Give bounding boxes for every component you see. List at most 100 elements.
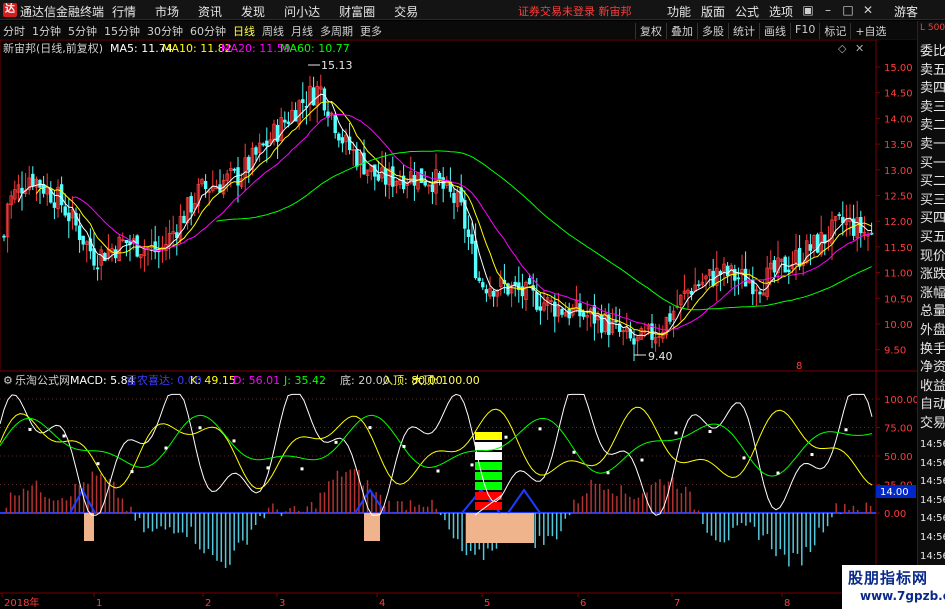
indicator-name-label[interactable]: 乐淘公式网: [15, 374, 70, 387]
side-panel-item[interactable]: 涨幅: [920, 285, 945, 303]
side-panel-time: 14:56: [920, 532, 945, 543]
login-notice[interactable]: 证券交易未登录 新宙邦: [518, 3, 632, 19]
period-tab-15min[interactable]: 15分钟: [104, 23, 140, 39]
maximize-icon[interactable]: □: [840, 2, 856, 18]
menu-item-options[interactable]: 选项: [769, 3, 793, 20]
period-tab-monthly[interactable]: 月线: [291, 23, 313, 39]
d-line: [0, 414, 873, 477]
tool-overlay[interactable]: 叠加: [666, 23, 697, 39]
side-panel-item[interactable]: 总量: [920, 303, 945, 321]
tool-draw[interactable]: 画线: [759, 23, 790, 39]
menu-item-discover[interactable]: 发现: [241, 3, 265, 20]
menu-item-news[interactable]: 资讯: [198, 3, 222, 20]
side-panel-item[interactable]: 卖三: [920, 99, 945, 117]
candle-body: [81, 235, 85, 245]
macd-histogram: [1, 469, 872, 568]
side-panel-item[interactable]: 收益: [920, 378, 945, 396]
menu-item-ask[interactable]: 问小达: [284, 3, 320, 20]
candle-body: [355, 149, 359, 167]
side-panel-item[interactable]: 交易: [920, 415, 945, 433]
event-marker[interactable]: 8: [796, 361, 802, 372]
candle-body: [477, 277, 481, 281]
kline-chart[interactable]: 新宙邦(日线,前复权) MA5: 11.74 MA10: 11.82 MA20:…: [0, 40, 917, 609]
candle-body: [470, 234, 474, 244]
side-panel-item[interactable]: 买四: [920, 210, 945, 228]
minimize-icon[interactable]: –: [820, 2, 836, 18]
tool-f10[interactable]: F10: [790, 23, 819, 39]
menu-item-formula[interactable]: 公式: [735, 3, 759, 20]
guest-label[interactable]: 游客: [894, 3, 918, 20]
kdj-dot: [28, 427, 32, 431]
kdj-dot: [300, 467, 304, 471]
tool-multi-stock[interactable]: 多股: [697, 23, 728, 39]
candle-body: [736, 277, 741, 280]
tool-stats[interactable]: 统计: [728, 23, 759, 39]
watermark-url: www.7gpzb.com: [860, 589, 945, 603]
candle-body: [553, 301, 557, 317]
side-panel-item[interactable]: 卖四: [920, 80, 945, 98]
indicator-tick-label: 0.00: [884, 509, 906, 520]
tool-adjust[interactable]: 复权: [635, 23, 666, 39]
period-tab-weekly[interactable]: 周线: [262, 23, 284, 39]
period-tab-more[interactable]: 更多: [360, 23, 382, 39]
j-line: [0, 393, 873, 516]
menu-item-trade[interactable]: 交易: [394, 3, 418, 20]
candle-body: [614, 320, 618, 323]
side-panel-item[interactable]: 净资: [920, 359, 945, 377]
period-tab-30min[interactable]: 30分钟: [147, 23, 183, 39]
candle-body: [182, 215, 186, 224]
candle-body: [322, 88, 327, 111]
side-panel-item[interactable]: 卖五: [920, 62, 945, 80]
period-tab-1min[interactable]: 1分钟: [32, 23, 61, 39]
side-panel-item[interactable]: 涨跌: [920, 266, 945, 284]
menu-item-wealth[interactable]: 财富圈: [339, 3, 375, 20]
close-icon[interactable]: ✕: [860, 2, 876, 18]
side-panel-header: L 500: [920, 23, 945, 33]
k-label: K: 49.15: [190, 374, 236, 387]
menu-item-hq[interactable]: 行情: [112, 3, 136, 20]
side-panel-item[interactable]: 买五: [920, 229, 945, 247]
menu-item-market[interactable]: 市场: [155, 3, 179, 20]
price-tick-label: 10.00: [884, 320, 913, 331]
side-panel-time: 14:56: [920, 494, 945, 506]
skin-icon[interactable]: ▣: [800, 2, 816, 18]
side-panel-item[interactable]: 外盘: [920, 322, 945, 340]
signal-stack-cell: [475, 482, 502, 490]
candle-body: [261, 143, 265, 146]
side-panel-item[interactable]: 买二: [920, 173, 945, 191]
side-panel-item[interactable]: 买一: [920, 155, 945, 173]
candle-body: [473, 240, 478, 279]
candle-body: [808, 244, 813, 251]
period-tab-multi[interactable]: 多周期: [320, 23, 353, 39]
side-panel-item[interactable]: 委比: [920, 43, 945, 61]
period-toolbar: 分时 1分钟 5分钟 15分钟 30分钟 60分钟 日线 周线 月线 多周期 更…: [0, 21, 945, 40]
side-panel-item[interactable]: 买三: [920, 192, 945, 210]
period-tab-60min[interactable]: 60分钟: [190, 23, 226, 39]
signal-block: [84, 513, 94, 541]
menu-item-function[interactable]: 功能: [667, 3, 691, 20]
chart-settings-icon[interactable]: ◇: [838, 42, 847, 55]
kdj-dot: [232, 439, 236, 443]
tool-add-watchlist[interactable]: +自选: [850, 23, 890, 39]
candle-body: [466, 229, 471, 237]
chart-close-icon[interactable]: ✕: [855, 42, 864, 55]
period-tab-5min[interactable]: 5分钟: [68, 23, 97, 39]
side-panel-item[interactable]: 现价: [920, 248, 945, 266]
tool-mark[interactable]: 标记: [819, 23, 850, 39]
candle-body: [135, 235, 139, 257]
time-tick-label: 5: [484, 598, 490, 609]
period-tab-timeshare[interactable]: 分时: [3, 23, 25, 39]
price-tick-label: 12.00: [884, 217, 913, 228]
menu-item-layout[interactable]: 版面: [701, 3, 725, 20]
kdj-dot: [708, 430, 712, 434]
candle-body: [52, 202, 57, 208]
candle-body: [340, 137, 345, 144]
period-tab-daily[interactable]: 日线: [233, 23, 255, 39]
kdj-dot: [572, 450, 576, 454]
candle-body: [31, 173, 35, 187]
top-label: 大顶: 100.00: [412, 373, 480, 387]
side-panel-item[interactable]: 换手: [920, 341, 945, 359]
side-panel-item[interactable]: 自动: [920, 396, 945, 414]
side-panel-item[interactable]: 卖一: [920, 136, 945, 154]
side-panel-item[interactable]: 卖二: [920, 117, 945, 135]
